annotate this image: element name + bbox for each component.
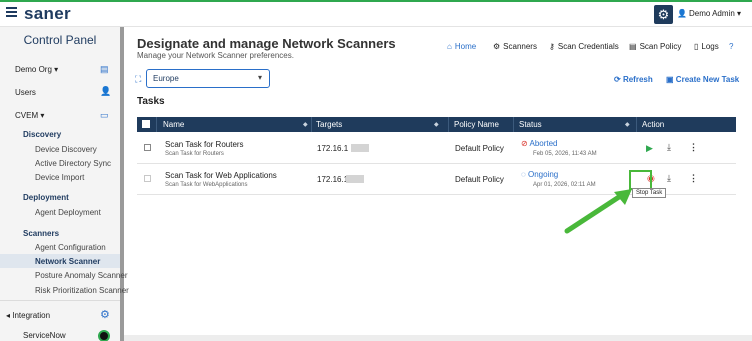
sidebar-item-network-scanner[interactable]: Network Scanner xyxy=(35,257,100,266)
sidebar-item-posture-anomaly-scanner[interactable]: Posture Anomaly Scanner xyxy=(35,271,128,280)
logs-icon: ▯ xyxy=(694,42,699,51)
add-task-icon: ▣ xyxy=(666,75,674,84)
table-row: Scan Task for Routers Scan Task for Rout… xyxy=(137,132,736,164)
sort-icon: ◆ xyxy=(625,122,630,128)
horizontal-scrollbar[interactable] xyxy=(124,335,752,341)
tasks-heading: Tasks xyxy=(137,96,165,107)
task-name-sub: Scan Task for WebApplications xyxy=(165,182,248,188)
aborted-icon: ⊘ xyxy=(521,139,528,148)
status-badge: ◌ Ongoing xyxy=(521,170,559,179)
section-scanners: Scanners xyxy=(23,229,60,238)
sidebar-item-agent-deployment[interactable]: Agent Deployment xyxy=(35,208,101,217)
users-icon: 👤 xyxy=(100,86,112,96)
nav-scan-policy[interactable]: ▤ Scan Policy xyxy=(629,42,681,51)
sidebar-item-risk-prioritization-scanner[interactable]: Risk Prioritization Scanner xyxy=(35,286,129,295)
column-action: Action xyxy=(642,120,665,129)
caret-right-icon: ◂ xyxy=(6,311,11,320)
refresh-button[interactable]: ⟳ Refresh xyxy=(614,75,653,84)
task-name-sub: Scan Task for Routers xyxy=(165,151,224,157)
sidebar-title: Control Panel xyxy=(23,33,97,47)
start-task-icon[interactable]: ▶ xyxy=(646,143,653,154)
create-task-button[interactable]: ▣ Create New Task xyxy=(666,75,739,84)
row-checkbox[interactable] xyxy=(144,175,151,182)
user-name: Demo Admin xyxy=(688,9,735,18)
status-badge: ⊘ Aborted xyxy=(521,139,558,148)
integration-gear-icon: ⚙ xyxy=(100,309,110,321)
status-time: Feb 05, 2026, 11:43 AM xyxy=(533,151,597,157)
key-icon: ⚷ xyxy=(549,42,555,51)
refresh-icon: ⟳ xyxy=(614,75,621,84)
brand-logo[interactable]: saner xyxy=(24,4,71,24)
section-discovery: Discovery xyxy=(23,130,62,139)
page-title: Designate and manage Network Scanners xyxy=(137,36,396,51)
policy-icon: ▤ xyxy=(629,42,637,51)
sidebar-item-users[interactable]: Users xyxy=(15,88,36,97)
column-status[interactable]: Status ◆ xyxy=(519,120,630,129)
chevron-down-icon: ▾ xyxy=(257,73,262,82)
redacted-target xyxy=(346,175,364,183)
section-deployment: Deployment xyxy=(23,193,69,202)
ongoing-spinner-icon: ◌ xyxy=(521,170,526,179)
nav-scanners[interactable]: ⚙ Scanners xyxy=(493,42,537,51)
column-policy-name: Policy Name xyxy=(454,120,499,129)
settings-gear-icon[interactable]: ⚙ xyxy=(654,5,673,24)
help-icon[interactable]: ? xyxy=(729,42,733,51)
caret-down-icon: ▾ xyxy=(54,65,59,74)
top-bar: saner ⚙ 👤 Demo Admin ▾ xyxy=(0,0,752,27)
more-options-icon[interactable]: ⋮ xyxy=(689,142,698,153)
pointer-arrow-icon xyxy=(564,189,632,234)
task-target: 172.16.1 xyxy=(317,144,349,153)
download-icon[interactable]: ⤓ xyxy=(667,173,671,184)
download-icon[interactable]: ⤓ xyxy=(667,142,671,153)
nav-home[interactable]: ⌂ Home xyxy=(447,42,476,51)
column-targets[interactable]: Targets ◆ xyxy=(316,120,439,129)
nav-logs[interactable]: ▯ Logs xyxy=(694,42,719,51)
user-menu[interactable]: 👤 Demo Admin ▾ xyxy=(677,9,741,18)
sidebar-item-servicenow[interactable]: ServiceNow xyxy=(23,331,66,340)
servicenow-status-icon xyxy=(98,330,110,341)
task-name[interactable]: Scan Task for Routers xyxy=(165,140,244,149)
cvem-icon: ▭ xyxy=(100,110,109,120)
menu-icon[interactable] xyxy=(6,7,17,17)
sidebar-item-active-directory-sync[interactable]: Active Directory Sync xyxy=(35,159,111,168)
sidebar-divider xyxy=(0,300,120,301)
task-policy: Default Policy xyxy=(455,175,504,184)
sidebar-item-device-import[interactable]: Device Import xyxy=(35,173,84,182)
task-name[interactable]: Scan Task for Web Applications xyxy=(165,171,277,180)
table-header: Name ◆ Targets ◆ Policy Name Status ◆ Actio… xyxy=(137,117,736,132)
org-selector[interactable]: Demo Org ▾ xyxy=(15,65,58,74)
column-name[interactable]: Name ◆ xyxy=(163,120,308,129)
sidebar-item-device-discovery[interactable]: Device Discovery xyxy=(35,145,97,154)
org-icon: ▤ xyxy=(100,64,109,74)
scope-select-value: Europe xyxy=(153,74,179,83)
task-target: 172.16.1 xyxy=(317,175,349,184)
task-policy: Default Policy xyxy=(455,144,504,153)
nav-scan-credentials[interactable]: ⚷ Scan Credentials xyxy=(549,42,619,51)
select-all-checkbox[interactable] xyxy=(142,120,150,128)
hierarchy-icon: ⛶ xyxy=(135,74,142,84)
scope-select[interactable]: Europe ▾ xyxy=(146,69,270,88)
sidebar-item-agent-configuration[interactable]: Agent Configuration xyxy=(35,243,106,252)
user-icon: 👤 xyxy=(677,9,687,18)
sort-icon: ◆ xyxy=(434,122,439,128)
more-options-icon[interactable]: ⋮ xyxy=(689,173,698,184)
sidebar-item-cvem[interactable]: CVEM ▾ xyxy=(15,111,44,120)
home-icon: ⌂ xyxy=(447,42,452,51)
chevron-down-icon: ▾ xyxy=(737,9,742,18)
sidebar-item-integration[interactable]: ◂ Integration xyxy=(6,311,50,320)
page-subtitle: Manage your Network Scanner preferences. xyxy=(137,51,294,60)
caret-down-icon: ▾ xyxy=(40,111,45,120)
redacted-target xyxy=(351,144,369,152)
gear-icon: ⚙ xyxy=(493,42,501,51)
row-checkbox[interactable] xyxy=(144,144,151,151)
sort-icon: ◆ xyxy=(303,122,308,128)
